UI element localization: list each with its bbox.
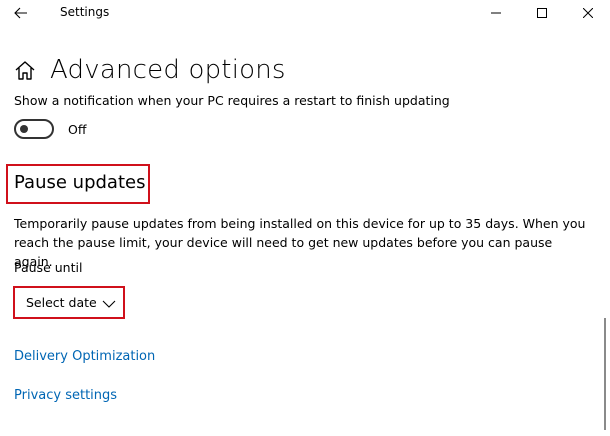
back-arrow-icon: [14, 7, 27, 19]
restart-notification-toggle-row: Off: [14, 119, 86, 139]
pause-updates-description: Temporarily pause updates from being ins…: [14, 216, 586, 269]
pause-until-label: Pause until: [14, 260, 83, 275]
pause-updates-highlight: Pause updates: [6, 164, 150, 204]
privacy-settings-link[interactable]: Privacy settings: [14, 388, 117, 403]
close-icon: [583, 8, 593, 18]
restart-notification-label: Show a notification when your PC require…: [14, 93, 450, 108]
home-icon: [15, 61, 35, 80]
title-bar: Settings: [0, 0, 610, 26]
minimize-button[interactable]: [473, 0, 519, 26]
pause-updates-heading: Pause updates: [14, 172, 146, 193]
app-title: Settings: [60, 5, 110, 19]
toggle-state-label: Off: [68, 121, 87, 137]
settings-window: Settings Advanced options Show a notific…: [0, 0, 610, 436]
maximize-icon: [537, 8, 547, 18]
delivery-optimization-link[interactable]: Delivery Optimization: [14, 349, 155, 364]
back-button[interactable]: [8, 2, 34, 24]
select-inner: Select date: [17, 290, 121, 315]
toggle-knob: [20, 125, 28, 133]
close-button[interactable]: [565, 0, 610, 26]
home-button[interactable]: [12, 57, 38, 83]
select-date-value: Select date: [26, 295, 97, 310]
restart-notification-toggle[interactable]: [14, 119, 54, 139]
page-header: Advanced options: [12, 50, 286, 90]
maximize-button[interactable]: [519, 0, 565, 26]
pause-until-date-select[interactable]: Select date: [13, 286, 125, 319]
scrollbar[interactable]: [604, 318, 606, 430]
minimize-icon: [491, 12, 501, 14]
chevron-down-icon: [102, 300, 116, 308]
page-title: Advanced options: [50, 55, 286, 85]
